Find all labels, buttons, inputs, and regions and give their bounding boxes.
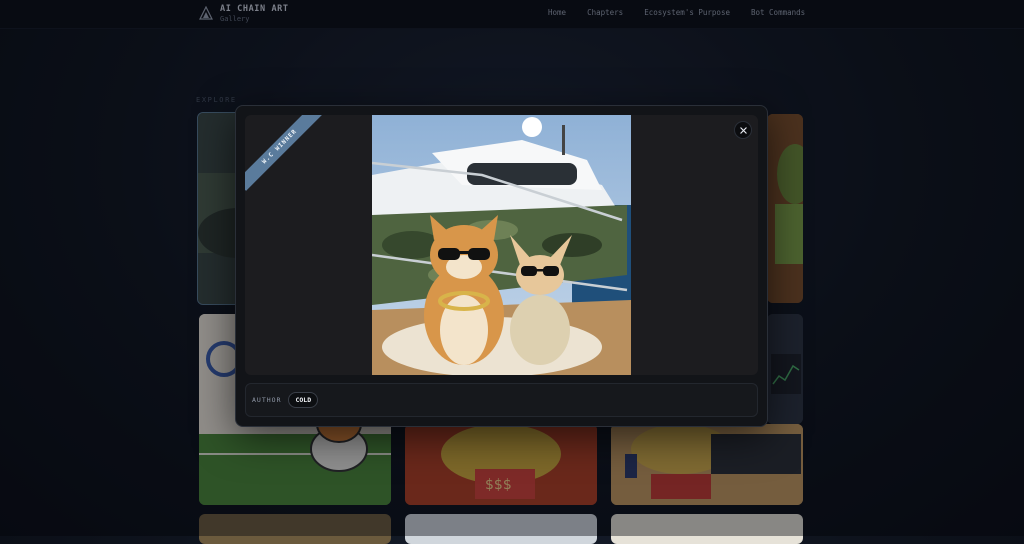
- section-label: EXPLORE: [196, 96, 237, 104]
- gallery-card[interactable]: [199, 514, 391, 544]
- artwork-meta-bar: AUTHOR COLD: [245, 383, 758, 417]
- main-nav: Home Chapters Ecosystem's Purpose Bot Co…: [548, 8, 805, 17]
- brand-logo[interactable]: AI CHAIN ART Gallery: [199, 4, 289, 24]
- brand-subtitle: Gallery: [220, 15, 250, 23]
- author-chip[interactable]: COLD: [288, 392, 319, 408]
- nav-link-home[interactable]: Home: [548, 8, 566, 17]
- gallery-thumbnail: [767, 314, 803, 424]
- gallery-card[interactable]: [611, 514, 803, 544]
- gallery-thumbnail: [767, 114, 803, 303]
- gallery-thumbnail: $$$: [405, 424, 597, 505]
- gallery-thumbnail: [611, 424, 803, 505]
- gallery-card[interactable]: $$$: [405, 424, 597, 505]
- artwork-image: [372, 115, 631, 375]
- close-icon: [739, 126, 747, 134]
- artwork-modal: W.C WINNER AUTHOR COLD: [235, 105, 768, 427]
- gallery-card[interactable]: [611, 424, 803, 505]
- author-label: AUTHOR: [252, 396, 282, 404]
- nav-link-chapters[interactable]: Chapters: [587, 8, 623, 17]
- winner-ribbon: W.C WINNER: [245, 115, 325, 195]
- brand-title: AI CHAIN ART: [220, 4, 289, 14]
- winner-ribbon-label: W.C WINNER: [245, 115, 324, 191]
- gallery-card[interactable]: [767, 114, 803, 303]
- nav-link-ecosystems-purpose[interactable]: Ecosystem's Purpose: [644, 8, 730, 17]
- close-button[interactable]: [734, 121, 752, 139]
- svg-text:$$$: $$$: [485, 477, 512, 493]
- top-nav-bar: AI CHAIN ART Gallery Home Chapters Ecosy…: [0, 0, 1024, 29]
- gallery-card[interactable]: [767, 314, 803, 424]
- nav-link-bot-commands[interactable]: Bot Commands: [751, 8, 805, 17]
- triangle-logo-icon: [199, 6, 213, 20]
- gallery-card[interactable]: [405, 514, 597, 544]
- artwork-frame: W.C WINNER: [245, 115, 758, 375]
